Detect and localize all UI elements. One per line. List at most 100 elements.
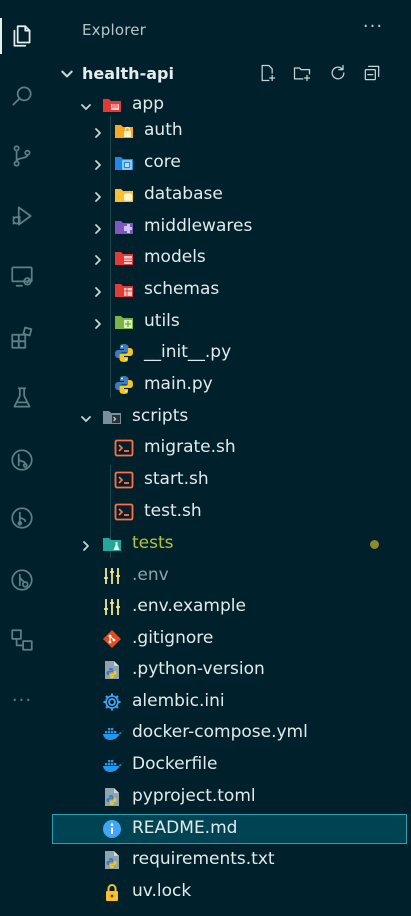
- tree-file-requirements-txt[interactable]: requirements.txt: [52, 845, 407, 875]
- tree-file-uv-lock[interactable]: uv.lock: [52, 877, 407, 907]
- new-file-icon[interactable]: [258, 63, 280, 85]
- extensions-icon[interactable]: [0, 318, 44, 358]
- new-folder-icon[interactable]: [292, 63, 314, 85]
- tree-item-label: database: [144, 184, 223, 204]
- tree-folder-middlewares[interactable]: middlewares: [52, 212, 407, 242]
- more-actions-button[interactable]: ···: [360, 18, 386, 42]
- folder-database-icon: [114, 185, 134, 205]
- tree-item-label: middlewares: [144, 216, 253, 236]
- source-control-icon[interactable]: [0, 136, 44, 176]
- env-icon: [102, 597, 122, 617]
- info-icon: [102, 819, 122, 839]
- tree-item-label: .env.example: [132, 596, 246, 616]
- chevron-right-icon[interactable]: [92, 220, 104, 234]
- folder-core-icon: [114, 153, 134, 173]
- tree-folder-models[interactable]: models: [52, 243, 407, 273]
- settings-gear-icon: [102, 692, 122, 712]
- docker-icon: [102, 755, 122, 775]
- tree-file-main-py[interactable]: main.py: [52, 370, 407, 400]
- gitlens-icon[interactable]: [0, 440, 44, 480]
- tree-item-label: Dockerfile: [132, 754, 218, 774]
- folder-utils-icon: [114, 312, 134, 332]
- tree-item-label: __init__.py: [144, 342, 232, 362]
- project-name: health-api: [82, 64, 174, 83]
- python-icon: [114, 343, 134, 363]
- tree-folder-scripts[interactable]: scripts: [52, 402, 407, 432]
- tree-file-test-sh[interactable]: test.sh: [52, 497, 407, 527]
- workspaces-icon[interactable]: [0, 620, 44, 660]
- tree-folder-utils[interactable]: utils: [52, 307, 407, 337]
- tree-item-label: README.md: [132, 818, 238, 838]
- tree-item-label: requirements.txt: [132, 849, 275, 869]
- tree-item-label: utils: [144, 311, 180, 331]
- tree-item-label: alembic.ini: [132, 691, 225, 711]
- tree-item-label: pyproject.toml: [132, 786, 256, 806]
- tree-file-dockerfile[interactable]: Dockerfile: [52, 750, 407, 780]
- tree-file-init-py[interactable]: __init__.py: [52, 338, 407, 368]
- remote-explorer-icon[interactable]: [0, 256, 44, 296]
- git-graph-icon[interactable]: [0, 498, 44, 538]
- tree-folder-tests[interactable]: tests: [52, 529, 407, 559]
- run-debug-icon[interactable]: [0, 196, 44, 236]
- tree-file-start-sh[interactable]: start.sh: [52, 465, 407, 495]
- tree-item-label: test.sh: [144, 501, 202, 521]
- tree-item-label: app: [132, 94, 164, 114]
- chevron-right-icon[interactable]: [92, 283, 104, 297]
- testing-icon[interactable]: [0, 378, 44, 418]
- collapse-all-icon[interactable]: [362, 63, 384, 85]
- tree-item-label: start.sh: [144, 469, 209, 489]
- tree-file-migrate-sh[interactable]: migrate.sh: [52, 433, 407, 463]
- chevron-right-icon[interactable]: [92, 124, 104, 138]
- pull-requests-icon[interactable]: [0, 560, 44, 600]
- tree-file-env-example[interactable]: .env.example: [52, 592, 407, 622]
- folder-tests-icon: [102, 534, 122, 554]
- project-header[interactable]: health-api: [52, 62, 407, 86]
- more-views-icon[interactable]: ···: [0, 680, 44, 720]
- tree-file-alembic-ini[interactable]: alembic.ini: [52, 687, 407, 717]
- tree-item-label: main.py: [144, 374, 213, 394]
- tree-file-pyproject-toml[interactable]: pyproject.toml: [52, 782, 407, 812]
- docker-icon: [102, 723, 122, 743]
- tree-folder-schemas[interactable]: schemas: [52, 275, 407, 305]
- chevron-right-icon[interactable]: [80, 537, 92, 551]
- git-icon: [102, 629, 122, 649]
- tree-item-label: migrate.sh: [144, 437, 236, 457]
- tree-file-readme-md[interactable]: README.md: [52, 814, 407, 844]
- tree-item-label: core: [144, 152, 181, 172]
- chevron-down-icon: [60, 66, 74, 80]
- tree-file-gitignore[interactable]: .gitignore: [52, 624, 407, 654]
- folder-schemas-icon: [114, 280, 134, 300]
- chevron-down-icon[interactable]: [80, 410, 92, 422]
- lock-icon: [102, 882, 122, 902]
- folder-auth-icon: [114, 121, 134, 141]
- tree-folder-database[interactable]: database: [52, 180, 407, 210]
- python-file-icon: [102, 660, 122, 680]
- shell-icon: [114, 470, 134, 490]
- tree-folder-core[interactable]: core: [52, 148, 407, 178]
- refresh-icon[interactable]: [328, 63, 350, 85]
- python-icon: [114, 375, 134, 395]
- chevron-right-icon[interactable]: [92, 156, 104, 170]
- tree-folder-auth[interactable]: auth: [52, 116, 407, 146]
- git-status-dot: [370, 540, 379, 549]
- chevron-down-icon[interactable]: [80, 98, 92, 110]
- tree-item-label: .gitignore: [132, 628, 214, 648]
- tree-item-label: auth: [144, 120, 183, 140]
- tree-item-label: .python-version: [132, 659, 265, 679]
- folder-app-icon: [102, 95, 122, 115]
- tree-item-label: schemas: [144, 279, 220, 299]
- chevron-right-icon[interactable]: [92, 251, 104, 265]
- env-icon: [102, 566, 122, 586]
- chevron-right-icon[interactable]: [92, 315, 104, 329]
- explorer-icon[interactable]: [0, 16, 44, 56]
- tree-file-docker-compose-yml[interactable]: docker-compose.yml: [52, 718, 407, 748]
- folder-models-icon: [114, 248, 134, 268]
- python-file-icon: [102, 787, 122, 807]
- tree-file-python-version[interactable]: .python-version: [52, 655, 407, 685]
- tree-item-label: scripts: [132, 406, 189, 426]
- sidebar-title: Explorer: [82, 21, 147, 39]
- search-icon[interactable]: [0, 76, 44, 116]
- chevron-right-icon[interactable]: [92, 188, 104, 202]
- shell-icon: [114, 438, 134, 458]
- tree-file-env[interactable]: .env: [52, 561, 407, 591]
